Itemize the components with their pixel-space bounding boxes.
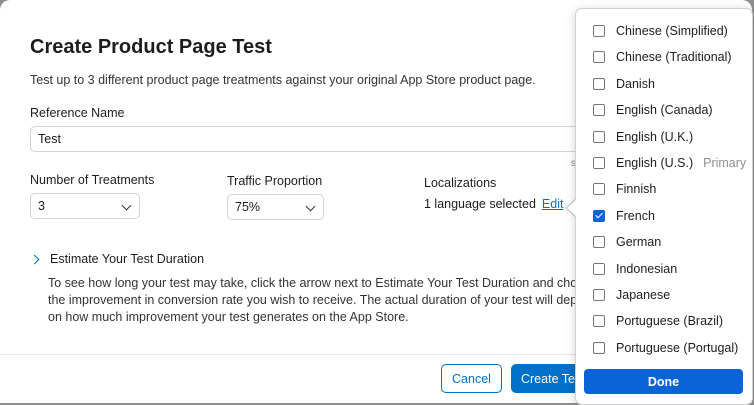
language-option[interactable]: German [593, 232, 661, 252]
estimate-description: To see how long your test may take, clic… [48, 276, 597, 324]
chevron-down-icon [121, 200, 132, 211]
primary-language-tag: Primary [703, 156, 747, 170]
modal-subtitle: Test up to 3 different product page trea… [30, 73, 536, 87]
reference-name-label: Reference Name [30, 106, 125, 120]
traffic-proportion-value: 75% [235, 200, 261, 214]
language-option[interactable]: Finnish [593, 179, 656, 199]
language-option[interactable]: Chinese (Traditional) [593, 47, 732, 67]
estimate-duration-label: Estimate Your Test Duration [50, 252, 205, 266]
language-label: German [616, 235, 662, 250]
language-label: French [616, 208, 655, 223]
chevron-right-icon [29, 254, 40, 264]
language-option[interactable]: Japanese [593, 285, 670, 305]
checkbox[interactable] [593, 341, 605, 354]
checkbox[interactable] [593, 157, 605, 169]
language-option[interactable]: Portuguese (Brazil) [593, 311, 723, 331]
chevron-down-icon [305, 201, 316, 212]
checkbox[interactable] [593, 130, 605, 143]
language-option[interactable]: Danish [593, 74, 655, 94]
localizations-summary: 1 language selected Edit [424, 197, 563, 211]
popover-pointer-fill [567, 199, 577, 217]
language-option[interactable]: English (U.K.) [593, 127, 693, 147]
checkbox-checked[interactable] [593, 209, 605, 222]
language-option[interactable]: Indonesian [593, 259, 677, 279]
traffic-proportion-label: Traffic Proportion [227, 174, 323, 188]
language-popover: Chinese (Simplified) Chinese (Traditional… [575, 8, 753, 405]
checkbox[interactable] [593, 25, 605, 37]
localizations-value: 1 language selected [424, 197, 536, 211]
checkbox[interactable] [593, 77, 605, 90]
language-label: Portuguese (Portugal) [616, 340, 739, 355]
cancel-button[interactable]: Cancel [441, 364, 502, 393]
language-option[interactable]: Portuguese (Portugal) [593, 338, 738, 358]
traffic-proportion-select[interactable]: 75% [227, 194, 324, 220]
estimate-duration-toggle[interactable]: Estimate Your Test Duration [29, 252, 205, 266]
checkbox[interactable] [593, 236, 605, 249]
localizations-label: Localizations [424, 176, 497, 190]
language-label: English (U.S.) [616, 156, 694, 170]
language-label: Portuguese (Brazil) [616, 314, 723, 329]
language-label: Danish [616, 76, 655, 91]
treatments-label: Number of Treatments [30, 173, 155, 187]
checkbox[interactable] [593, 51, 605, 64]
checkbox[interactable] [593, 289, 605, 301]
checkbox[interactable] [593, 315, 605, 328]
language-option[interactable]: English (U.S.) Primary [593, 153, 746, 173]
checkbox[interactable] [593, 262, 605, 275]
checkbox[interactable] [593, 104, 605, 117]
language-option[interactable]: Chinese (Simplified) [593, 21, 728, 41]
language-label: Chinese (Simplified) [616, 24, 728, 38]
language-label: Indonesian [616, 261, 678, 276]
language-option[interactable]: English (Canada) [593, 100, 713, 120]
language-option[interactable]: French [593, 206, 655, 226]
reference-name-input[interactable] [30, 126, 630, 152]
checkbox[interactable] [593, 183, 605, 196]
edit-localizations-link[interactable]: Edit [542, 197, 564, 211]
done-button[interactable]: Done [584, 369, 743, 394]
language-label: English (U.K.) [616, 129, 694, 144]
language-label: Japanese [616, 288, 671, 302]
page-title: Create Product Page Test [30, 36, 272, 58]
language-label: Finnish [616, 182, 657, 197]
treatments-select[interactable]: 3 [30, 193, 140, 219]
treatments-value: 3 [38, 199, 45, 213]
language-label: English (Canada) [616, 103, 713, 118]
language-label: Chinese (Traditional) [616, 50, 732, 65]
